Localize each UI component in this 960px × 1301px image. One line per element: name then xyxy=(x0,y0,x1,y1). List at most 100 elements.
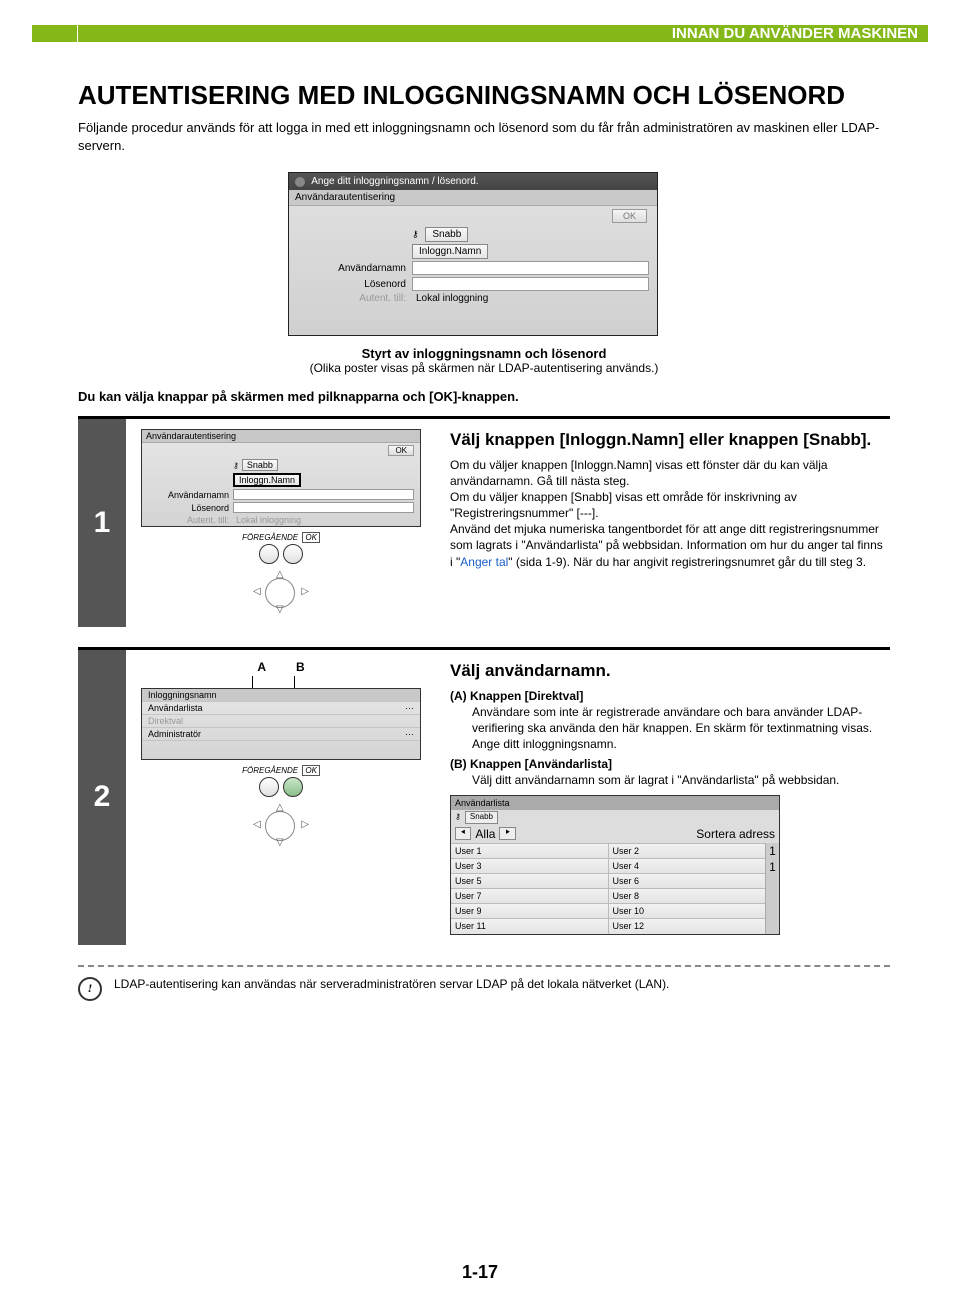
mini-subheader: Användarautentisering xyxy=(142,430,420,443)
nav-left-icon[interactable]: ⯇ xyxy=(455,827,471,840)
table-row: User 5User 6 xyxy=(451,873,765,888)
username-field[interactable] xyxy=(412,261,649,275)
prev-button[interactable] xyxy=(259,777,279,797)
user-cell[interactable]: User 10 xyxy=(609,904,766,918)
row-auth-to: Autent. till: Lokal inloggning xyxy=(289,292,657,305)
user-cell[interactable]: User 2 xyxy=(609,844,766,858)
step-number: 1 xyxy=(78,419,126,627)
step-2-heading: Välj användarnamn. xyxy=(450,660,884,681)
user-cell[interactable]: User 5 xyxy=(451,874,609,888)
snabb-button[interactable]: Snabb xyxy=(425,227,468,242)
mini-ok-row: OK xyxy=(142,443,420,458)
ok-physical-button[interactable] xyxy=(283,777,303,797)
line-b xyxy=(294,676,295,688)
panel-header: Ange ditt inloggningsnamn / lösenord. xyxy=(289,173,657,190)
item-a-text: Användare som inte är registrerade använ… xyxy=(450,704,884,753)
right-arrow-icon[interactable]: ▷ xyxy=(301,586,309,597)
mini2-header: Inloggningsnamn xyxy=(142,689,420,702)
user-cell[interactable]: User 3 xyxy=(451,859,609,873)
user-cell[interactable]: User 11 xyxy=(451,919,609,933)
page-number: 1-17 xyxy=(0,1262,960,1283)
step-1-figure: Användarautentisering OK ⚷ Snabb Inloggn… xyxy=(126,419,436,627)
user-cell[interactable]: User 9 xyxy=(451,904,609,918)
item-b-label: (B) Knappen [Användarlista] xyxy=(450,757,612,771)
userlist-rows: User 1User 2User 3User 4User 5User 6User… xyxy=(451,843,765,934)
left-arrow-icon[interactable]: ◁ xyxy=(253,586,261,597)
dpad-wrap: △ ▽ ◁ ▷ xyxy=(134,566,428,617)
user-cell[interactable]: User 4 xyxy=(609,859,766,873)
mini-snabb-button[interactable]: Snabb xyxy=(242,459,278,471)
mini-row-snabb: ⚷ Snabb xyxy=(142,458,420,472)
mini-ok-button[interactable]: OK xyxy=(388,445,414,456)
row-snabb: ⚷ Snabb xyxy=(289,226,657,243)
filter-all[interactable]: Alla xyxy=(475,826,495,842)
mini2-userlist-label: Användarlista xyxy=(148,703,405,713)
key-icon: ⚷ xyxy=(455,812,461,823)
panel-subheader: Användarautentisering xyxy=(289,190,657,206)
label-b: B xyxy=(296,660,305,674)
mini-row-login: Inloggn.Namn xyxy=(142,472,420,488)
mini-user-label: Användarnamn xyxy=(148,490,233,500)
pre-steps-note: Du kan välja knappar på skärmen med pilk… xyxy=(78,389,890,404)
userlist-header: Användarlista xyxy=(451,796,779,810)
control-labels: FÖREGÅENDE OK xyxy=(134,766,428,775)
tip-row: ! LDAP-autentisering kan användas när se… xyxy=(78,977,890,1001)
prev-button[interactable] xyxy=(259,544,279,564)
user-cell[interactable]: User 6 xyxy=(609,874,766,888)
page-content: AUTENTISERING MED INLOGGNINGSNAMN OCH LÖ… xyxy=(78,80,890,1001)
scroll-num: 1 xyxy=(766,859,779,875)
mini-inloggn-button[interactable]: Inloggn.Namn xyxy=(233,473,301,487)
control-pad: FÖREGÅENDE OK △ ▽ ◁ ▷ xyxy=(134,766,428,850)
password-label: Lösenord xyxy=(297,279,412,290)
mini-pass-field[interactable] xyxy=(233,502,414,513)
left-arrow-icon[interactable]: ◁ xyxy=(253,819,261,830)
user-cell[interactable]: User 1 xyxy=(451,844,609,858)
key-icon: ⚷ xyxy=(233,461,239,470)
mini-user-field[interactable] xyxy=(233,489,414,500)
ab-lines xyxy=(134,676,428,688)
mini2-row-admin[interactable]: Administratör··· xyxy=(142,728,420,741)
mini2-row-direkt[interactable]: Direktval xyxy=(142,715,420,728)
nav-right-icon[interactable]: ⯈ xyxy=(499,827,515,840)
ok-button[interactable]: OK xyxy=(612,209,647,223)
scrollbar[interactable]: 1 1 xyxy=(765,843,779,934)
ab-labels: A B xyxy=(134,660,428,674)
right-arrow-icon[interactable]: ▷ xyxy=(301,819,309,830)
user-cell[interactable]: User 8 xyxy=(609,889,766,903)
step-1-p1: Om du väljer knappen [Inloggn.Namn] visa… xyxy=(450,457,884,489)
ok-physical-button[interactable] xyxy=(283,544,303,564)
inloggn-button[interactable]: Inloggn.Namn xyxy=(412,244,488,259)
top-circles xyxy=(258,544,305,566)
table-row: User 7User 8 xyxy=(451,888,765,903)
password-field[interactable] xyxy=(412,277,649,291)
step-1: 1 Användarautentisering OK ⚷ Snabb Inlog… xyxy=(78,416,890,627)
mini-pass-label: Lösenord xyxy=(148,503,233,513)
authto-label: Autent. till: xyxy=(297,293,412,304)
section-title: INNAN DU ANVÄNDER MASKINEN xyxy=(672,25,918,42)
down-arrow-icon[interactable]: ▽ xyxy=(276,837,284,848)
dpad: △ ▽ ◁ ▷ xyxy=(251,569,311,615)
mini2-row-userlist[interactable]: Användarlista··· xyxy=(142,702,420,715)
panel-header-text: Ange ditt inloggningsnamn / lösenord. xyxy=(311,176,478,187)
userlist-panel: Användarlista ⚷ Snabb ⯇ Alla ⯈ Sortera a… xyxy=(450,795,780,935)
down-arrow-icon[interactable]: ▽ xyxy=(276,604,284,615)
user-cell[interactable]: User 12 xyxy=(609,919,766,933)
step1-mini-panel: Användarautentisering OK ⚷ Snabb Inloggn… xyxy=(141,429,421,527)
prev-label: FÖREGÅENDE xyxy=(242,533,298,542)
sort-label[interactable]: Sortera adress xyxy=(696,826,775,842)
up-arrow-icon[interactable]: △ xyxy=(276,569,284,580)
mini-row-user: Användarnamn xyxy=(142,488,420,501)
cross-ref-link[interactable]: Anger tal xyxy=(460,555,508,569)
line-a xyxy=(252,676,253,688)
mini-row-pass: Lösenord xyxy=(142,501,420,514)
step-1-p2: Om du väljer knappen [Snabb] visas ett o… xyxy=(450,489,884,570)
username-label: Användarnamn xyxy=(297,263,412,274)
mini2-h-text: Inloggningsnamn xyxy=(148,690,414,700)
up-arrow-icon[interactable]: △ xyxy=(276,802,284,813)
dots-icon: ··· xyxy=(405,729,414,739)
user-cell[interactable]: User 7 xyxy=(451,889,609,903)
item-b-text: Välj ditt användarnamn som är lagrat i "… xyxy=(450,772,884,788)
userlist-snabb-button[interactable]: Snabb xyxy=(465,811,498,824)
divider xyxy=(78,965,890,967)
mini2-direkt-label: Direktval xyxy=(148,716,414,726)
